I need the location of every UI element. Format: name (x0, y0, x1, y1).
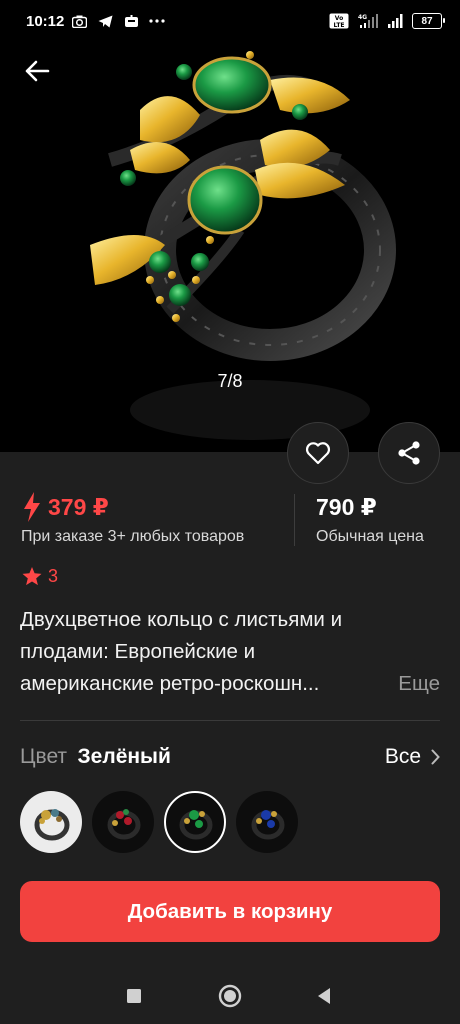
promo-price-block: 379 ₽ (22, 492, 109, 522)
ring-thumbnail (251, 810, 285, 840)
regular-price: 790 ₽ (316, 494, 377, 520)
product-title-line-1: Двухцветное кольцо с листьями и (20, 608, 343, 631)
arrow-left-icon (25, 60, 50, 82)
heart-icon (305, 442, 331, 465)
battery-indicator: 87 (412, 13, 445, 29)
ring-variant-blue[interactable] (236, 791, 298, 853)
rating[interactable]: 3 (22, 566, 58, 587)
more-link[interactable]: Еще (398, 668, 440, 700)
promo-condition: При заказе 3+ любых товаров (21, 528, 245, 545)
svg-text:4G: 4G (358, 14, 367, 21)
ring-variant-green[interactable] (164, 791, 226, 853)
color-swatches (20, 791, 298, 853)
volte-icon: Vo LTE (328, 12, 350, 30)
back-button[interactable] (20, 54, 54, 88)
rating-value: 3 (48, 566, 59, 586)
triangle-back-icon (318, 988, 330, 1004)
system-navigation-bar (0, 966, 460, 1024)
ring-variant-red[interactable] (92, 791, 154, 853)
ring-thumbnail (179, 810, 213, 840)
add-to-cart-button[interactable]: Добавить в корзину (20, 881, 440, 942)
all-colors-label: Все (384, 745, 421, 768)
ring-thumbnail (107, 809, 141, 840)
price-section: 379 ₽ При заказе 3+ любых товаров 790 ₽ … (0, 488, 460, 558)
ring-thumbnail (34, 809, 70, 841)
4g-signal-icon: 4G (358, 12, 380, 30)
more-icon (148, 12, 166, 30)
home-button[interactable] (216, 982, 244, 1010)
share-button[interactable] (378, 422, 440, 484)
price-divider (294, 494, 295, 546)
system-back-button[interactable] (310, 982, 338, 1010)
status-time: 10:12 (26, 13, 65, 30)
ring-variant-1[interactable] (20, 791, 82, 853)
product-title-line-3: американские ретро-роскошн... (20, 672, 320, 695)
star-icon (22, 567, 42, 586)
app-icon (122, 12, 140, 30)
color-label: Цвет (20, 745, 68, 768)
all-colors-link[interactable]: Все (385, 745, 440, 769)
recent-apps-button[interactable] (120, 982, 148, 1010)
status-bar: 10:12 Vo LTE 4G 87 (0, 0, 460, 44)
regular-price-label: Обычная цена (316, 528, 424, 545)
chevron-right-icon (431, 749, 440, 765)
signal-icon (388, 12, 404, 30)
svg-text:LTE: LTE (333, 22, 344, 29)
section-divider (20, 720, 440, 721)
selected-color-name: Зелёный (77, 745, 171, 768)
product-title[interactable]: Двухцветное кольцо с листьями и плодами:… (20, 604, 440, 700)
image-counter: 7/8 (217, 371, 243, 391)
share-icon (398, 441, 420, 465)
telegram-icon (96, 12, 114, 30)
home-circle-icon (218, 984, 242, 1008)
svg-text:Vo: Vo (335, 15, 343, 22)
lightning-icon (24, 492, 40, 522)
camera-icon (70, 12, 88, 30)
square-icon (127, 989, 141, 1003)
favorite-button[interactable] (287, 422, 349, 484)
color-selector-header: Цвет Зелёный Все (20, 740, 440, 774)
promo-price: 379 ₽ (48, 493, 109, 520)
product-title-line-2: плодами: Европейские и (20, 640, 256, 663)
